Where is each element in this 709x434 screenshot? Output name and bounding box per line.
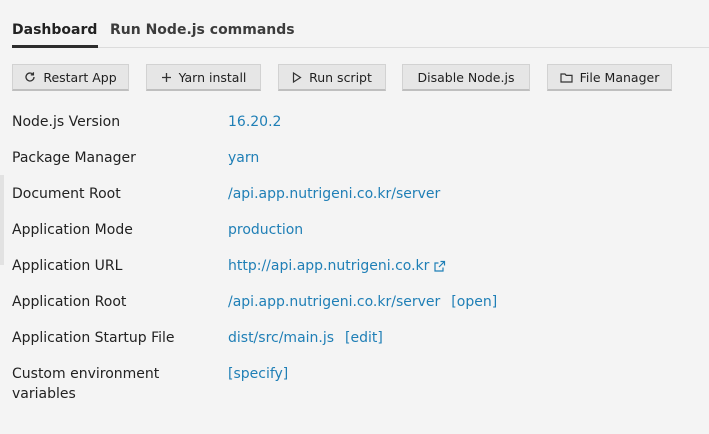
- application-root-row: Application Root /api.app.nutrigeni.co.k…: [12, 292, 709, 328]
- startup-file-value: dist/src/main.js: [228, 330, 335, 346]
- file-manager-label: File Manager: [579, 69, 660, 85]
- tab-run-nodejs-commands[interactable]: Run Node.js commands: [110, 22, 295, 47]
- node-version-row: Node.js Version 16.20.2: [12, 112, 709, 148]
- application-url-row: Application URL http://api.app.nutrigeni…: [12, 256, 709, 292]
- restart-app-label: Restart App: [43, 69, 117, 85]
- package-manager-value: yarn: [228, 150, 260, 166]
- disable-nodejs-button[interactable]: Disable Node.js: [402, 64, 530, 91]
- node-version-value: 16.20.2: [228, 114, 282, 130]
- document-root-row: Document Root /api.app.nutrigeni.co.kr/s…: [12, 184, 709, 220]
- restart-app-button[interactable]: Restart App: [12, 64, 129, 91]
- node-version-label: Node.js Version: [12, 114, 121, 130]
- yarn-install-label: Yarn install: [178, 69, 247, 85]
- startup-file-row: Application Startup File dist/src/main.j…: [12, 328, 709, 364]
- edit-link[interactable]: [edit]: [345, 328, 383, 348]
- plus-icon: [161, 72, 172, 83]
- application-root-value: /api.app.nutrigeni.co.kr/server: [228, 294, 441, 310]
- application-url-link[interactable]: http://api.app.nutrigeni.co.kr: [228, 256, 429, 276]
- yarn-install-button[interactable]: Yarn install: [146, 64, 261, 91]
- disable-nodejs-label: Disable Node.js: [417, 69, 515, 85]
- run-script-button[interactable]: Run script: [278, 64, 386, 91]
- application-mode-label: Application Mode: [12, 222, 133, 238]
- startup-file-label: Application Startup File: [12, 330, 175, 346]
- application-root-label: Application Root: [12, 294, 127, 310]
- file-manager-button[interactable]: File Manager: [547, 64, 672, 91]
- refresh-icon: [24, 71, 36, 83]
- left-edge-strip: [0, 175, 4, 265]
- env-vars-row: Custom environment variables [specify]: [12, 364, 709, 408]
- env-vars-label: Custom environment variables: [12, 366, 160, 402]
- tab-bar: Dashboard Run Node.js commands: [12, 0, 709, 48]
- tab-dashboard[interactable]: Dashboard: [12, 22, 99, 48]
- open-link[interactable]: [open]: [451, 292, 497, 312]
- application-mode-row: Application Mode production: [12, 220, 709, 256]
- document-root-label: Document Root: [12, 186, 121, 202]
- package-manager-label: Package Manager: [12, 150, 136, 166]
- document-root-link[interactable]: /api.app.nutrigeni.co.kr/server: [228, 184, 440, 204]
- play-icon: [292, 71, 302, 83]
- package-manager-row: Package Manager yarn: [12, 148, 709, 184]
- application-url-label: Application URL: [12, 258, 123, 274]
- folder-icon: [560, 72, 573, 83]
- specify-link[interactable]: [specify]: [228, 364, 288, 384]
- application-mode-value: production: [228, 222, 304, 238]
- external-link-icon[interactable]: [433, 260, 446, 273]
- run-script-label: Run script: [309, 69, 372, 85]
